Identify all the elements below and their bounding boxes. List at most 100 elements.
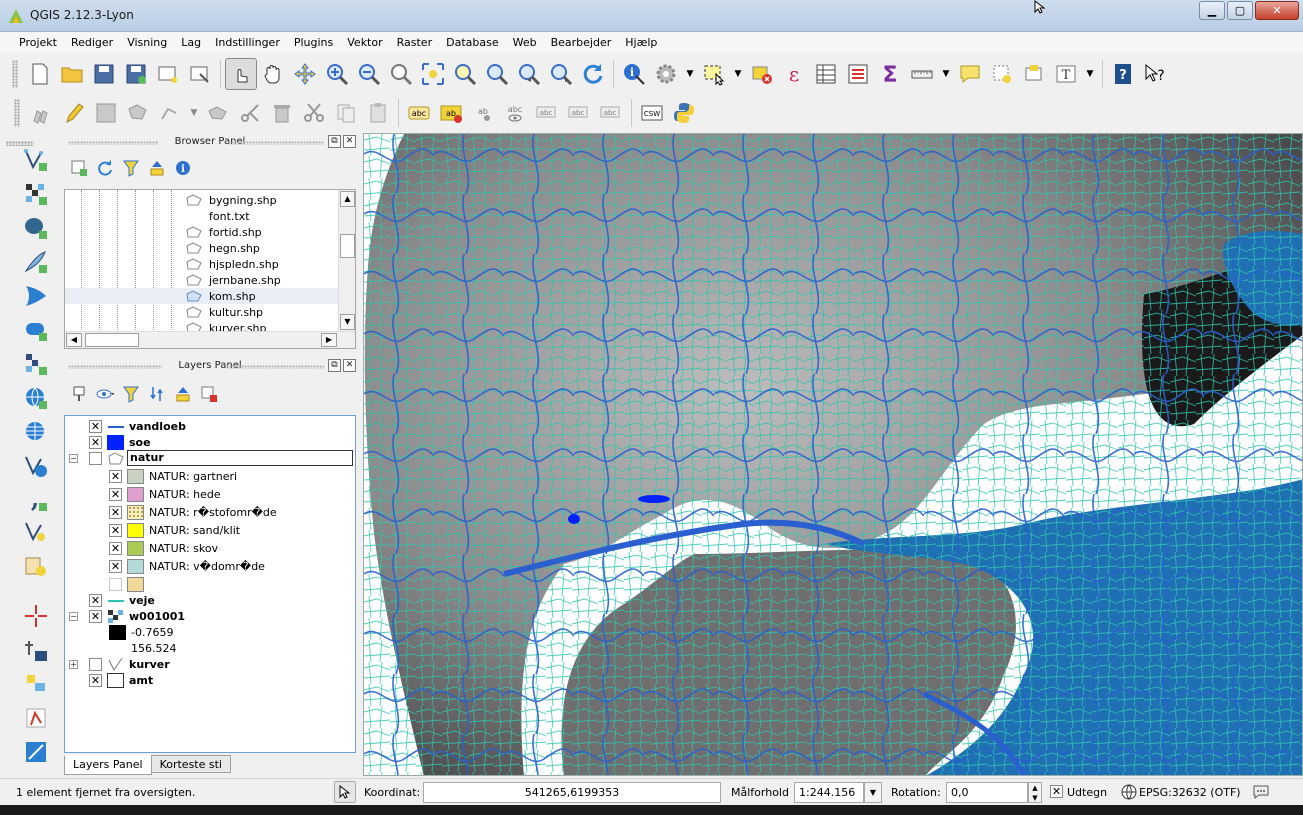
move-feature-dropdown[interactable]: ▼	[186, 97, 202, 129]
scroll-left-arrow-icon[interactable]: ◀	[66, 333, 82, 347]
collapse-toggle[interactable]: −	[69, 454, 78, 463]
render-checkbox[interactable]: ✕	[1050, 785, 1063, 798]
close-button[interactable]: ✕	[1255, 1, 1299, 20]
menu-raster[interactable]: Raster	[390, 36, 439, 49]
add-wfs-layer-button[interactable]	[20, 451, 52, 481]
menu-lag[interactable]: Lag	[174, 36, 208, 49]
enable-properties-button[interactable]: i	[172, 157, 194, 179]
pan-to-selection-button[interactable]	[289, 58, 321, 90]
collapse-all-button[interactable]	[146, 157, 168, 179]
measure-button[interactable]	[906, 58, 938, 90]
layer-visibility-checkbox[interactable]: ✕	[89, 436, 102, 449]
spin-up-icon[interactable]: ▲	[1029, 783, 1041, 793]
annotation-dropdown[interactable]: ▼	[1082, 58, 1098, 90]
change-label-button[interactable]: abc	[595, 97, 627, 129]
category-checkbox[interactable]: ✕	[109, 560, 122, 573]
scale-dropdown[interactable]: ▼	[864, 782, 882, 803]
coordinate-field[interactable]: 541265,6199353	[423, 782, 721, 803]
cut-button[interactable]	[298, 97, 330, 129]
scroll-thumb[interactable]	[85, 333, 139, 347]
add-postgis-layer-button[interactable]	[20, 213, 52, 243]
attribute-table-button[interactable]	[810, 58, 842, 90]
new-shapefile-layer-button[interactable]	[20, 517, 52, 547]
node-tool-button[interactable]	[202, 97, 234, 129]
collapse-toggle[interactable]: −	[69, 612, 78, 621]
messages-icon[interactable]	[1252, 784, 1270, 800]
spin-down-icon[interactable]: ▼	[1029, 793, 1041, 803]
category-checkbox[interactable]: ✕	[109, 524, 122, 537]
add-raster-layer-button[interactable]	[20, 179, 52, 209]
add-delimited-text-layer-button[interactable]: ,	[20, 485, 52, 515]
rotate-label-button[interactable]: abc	[563, 97, 595, 129]
legend-item[interactable]: ✕ NATUR: v�domr�de	[65, 558, 355, 575]
close-panel-button[interactable]: ✕	[343, 359, 356, 372]
expand-all-button[interactable]	[146, 383, 168, 405]
browser-file-item[interactable]: hegn.shp	[185, 240, 260, 256]
legend-item[interactable]: ✕ NATUR: sand/klit	[65, 522, 355, 539]
layer-row-vandloeb[interactable]: ✕ vandloeb	[65, 418, 355, 435]
layer-visibility-checkbox[interactable]: ✕	[89, 594, 102, 607]
add-point-button[interactable]	[20, 601, 52, 631]
layer-visibility-checkbox[interactable]: ✕	[89, 420, 102, 433]
add-wcs-layer-button[interactable]	[20, 417, 52, 447]
manage-map-themes-button[interactable]	[94, 383, 116, 405]
layer-row-soe[interactable]: ✕ soe	[65, 434, 355, 451]
category-checkbox[interactable]: ✕	[109, 542, 122, 555]
move-feature-button[interactable]	[154, 97, 186, 129]
help-button[interactable]: ?	[1107, 58, 1139, 90]
layer-visibility-checkbox[interactable]: ✕	[89, 674, 102, 687]
python-console-button[interactable]	[668, 97, 700, 129]
zoom-in-button[interactable]	[321, 58, 353, 90]
browser-file-item[interactable]: font.txt	[185, 208, 250, 224]
close-panel-button[interactable]: ✕	[343, 135, 356, 148]
zoom-full-button[interactable]	[417, 58, 449, 90]
composer-manager-button[interactable]	[184, 58, 216, 90]
layer-labeling-button[interactable]: abc	[403, 97, 435, 129]
category-checkbox[interactable]: ✕	[109, 470, 122, 483]
layer-visibility-checkbox[interactable]	[89, 452, 102, 465]
browser-file-item[interactable]: kultur.shp	[185, 304, 263, 320]
add-spatialite-layer-button[interactable]	[20, 247, 52, 277]
current-edits-button[interactable]	[26, 97, 58, 129]
layer-visibility-checkbox[interactable]: ✕	[89, 610, 102, 623]
zoom-to-layer-button[interactable]	[481, 58, 513, 90]
new-print-composer-button[interactable]	[152, 58, 184, 90]
new-project-button[interactable]	[24, 58, 56, 90]
refresh-button[interactable]	[577, 58, 609, 90]
menu-projekt[interactable]: Projekt	[12, 36, 64, 49]
layer-row-w001001[interactable]: − ✕ w001001	[65, 608, 355, 625]
new-bookmark-button[interactable]	[986, 58, 1018, 90]
rotation-spinner[interactable]: ▲ ▼	[1028, 782, 1042, 803]
maximize-button[interactable]: ▢	[1227, 1, 1253, 20]
save-as-button[interactable]	[120, 58, 152, 90]
menu-indstillinger[interactable]: Indstillinger	[208, 36, 287, 49]
float-panel-button[interactable]: ⧉	[328, 135, 341, 148]
crs-label[interactable]: EPSG:32632 (OTF)	[1139, 786, 1241, 799]
tab-korteste-sti[interactable]: Korteste sti	[150, 755, 231, 773]
float-panel-button[interactable]: ⧉	[328, 359, 341, 372]
metasearch-csw-button[interactable]: CSW	[636, 97, 668, 129]
rotation-field[interactable]: 0,0	[946, 782, 1028, 803]
zoom-to-selection-button[interactable]	[449, 58, 481, 90]
statistical-summary-button[interactable]	[842, 58, 874, 90]
shortest-path-button[interactable]	[20, 737, 52, 767]
zoom-out-button[interactable]	[353, 58, 385, 90]
map-tips-button[interactable]	[954, 58, 986, 90]
crs-globe-icon[interactable]	[1121, 784, 1137, 800]
legend-item[interactable]: ✕ NATUR: skov	[65, 540, 355, 557]
layer-name-edit-field[interactable]: natur	[127, 450, 353, 466]
layer-row-amt[interactable]: ✕ amt	[65, 672, 355, 689]
menu-web[interactable]: Web	[506, 36, 544, 49]
menu-vektor[interactable]: Vektor	[340, 36, 389, 49]
field-calculator-button[interactable]: Σ	[874, 58, 906, 90]
layer-row-kurver[interactable]: + kurver	[65, 656, 355, 673]
save-layer-edits-button[interactable]	[90, 97, 122, 129]
scroll-down-arrow-icon[interactable]: ▼	[340, 314, 355, 330]
select-features-button[interactable]	[698, 58, 730, 90]
legend-item[interactable]: ✕ NATUR: r�stofomr�de	[65, 504, 355, 521]
layer-row-veje[interactable]: ✕ veje	[65, 592, 355, 609]
pan-map-button[interactable]	[257, 58, 289, 90]
georeferencer-button[interactable]	[20, 635, 52, 665]
whats-this-button[interactable]: ?	[1139, 58, 1171, 90]
add-selected-layers-button[interactable]	[68, 157, 90, 179]
